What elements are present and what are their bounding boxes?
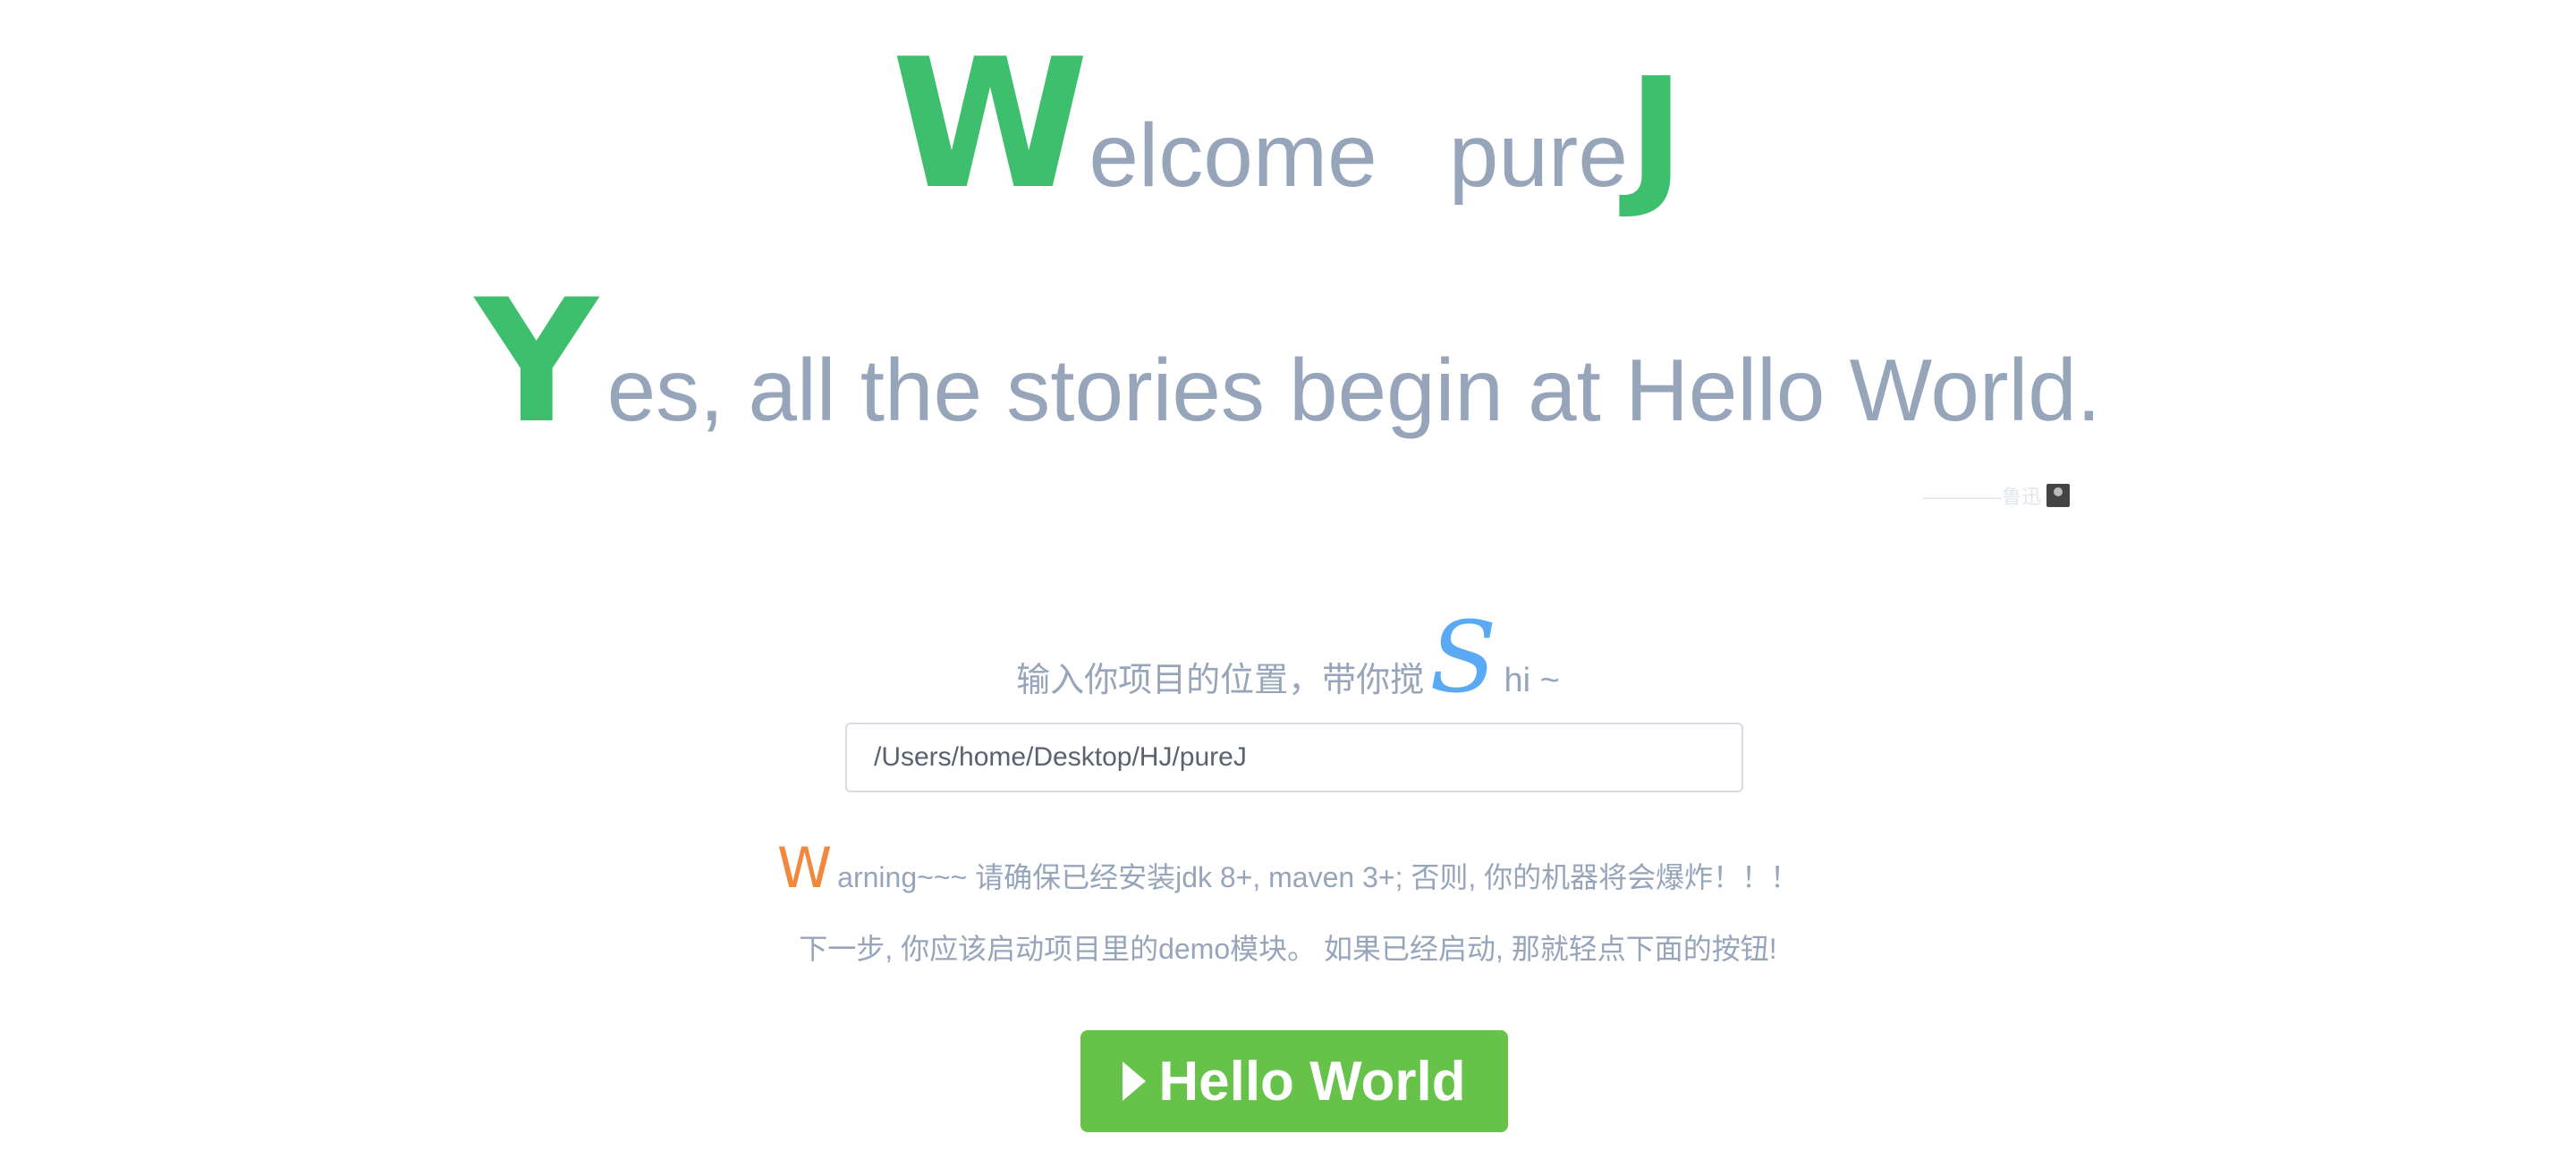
title-final-j: J (1627, 46, 1685, 223)
next-step-message: 下一步, 你应该启动项目里的demo模块。 如果已经启动, 那就轻点下面的按钮! (799, 933, 1777, 965)
prompt-text-after: hi ~ (1504, 662, 1560, 699)
title-word-welcome: elcome (1089, 106, 1377, 206)
title-initial-w: W (891, 21, 1089, 229)
hello-world-button-label: Hello World (1158, 1050, 1466, 1112)
warning-message: Warning~~~ 请确保已经安装jdk 8+, maven 3+; 否则, … (0, 841, 2576, 896)
welcome-page: Welcome pureJ Yes, all the stories begin … (0, 0, 2576, 1159)
title-word-pure: pure (1448, 106, 1628, 206)
project-path-input[interactable] (845, 723, 1743, 792)
warning-text: arning~~~ 请确保已经安装jdk 8+, maven 3+; 否则, 你… (837, 861, 1800, 893)
hello-world-button[interactable]: Hello World (1080, 1030, 1508, 1132)
tagline: Yes, all the stories begin at Hello Worl… (0, 277, 2576, 447)
quote-attribution: ————鲁迅 (1923, 481, 2071, 510)
page-title: Welcome pureJ (0, 36, 2576, 215)
attribution-text: ————鲁迅 (1923, 486, 2042, 508)
tagline-text: es, all the stories begin at Hello World… (606, 341, 2102, 439)
play-icon (1123, 1062, 1147, 1101)
warning-initial-w: W (776, 835, 833, 901)
prompt-text-before: 输入你项目的位置，带你搅 (1016, 662, 1425, 699)
project-path-prompt: 输入你项目的位置，带你搅S hi ~ (0, 608, 2576, 706)
prompt-initial-s: S (1429, 600, 1497, 715)
tagline-initial-y: Y (474, 263, 598, 461)
author-avatar (2046, 484, 2071, 507)
